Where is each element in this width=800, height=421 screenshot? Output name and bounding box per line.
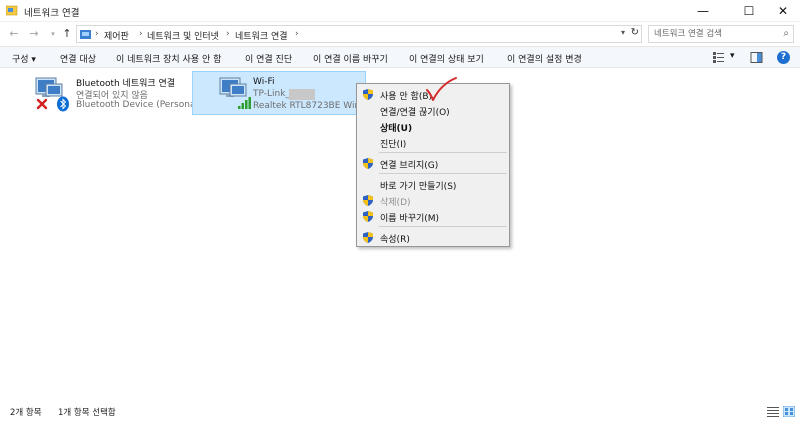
tiles-view-icon[interactable] (783, 406, 795, 417)
uac-shield-icon (363, 89, 373, 100)
control-panel-icon (80, 30, 91, 39)
menu-item-label: 삭제(D) (380, 198, 411, 208)
organize-menu-button[interactable]: 구성 ▾ (12, 52, 36, 65)
details-view-icon[interactable] (767, 406, 779, 417)
title-bar: 네트워크 연결 — ☐ ✕ (0, 0, 800, 22)
menu-item-label: 바로 가기 만들기(S) (380, 182, 457, 192)
network-adapter-disconnected-icon (35, 77, 69, 112)
menu-item-properties[interactable]: 속성(R) (357, 230, 509, 245)
menu-item-label: 속성(R) (380, 235, 410, 245)
status-bar: 2개 항목 1개 항목 선택함 (0, 401, 800, 421)
menu-item-create-shortcut[interactable]: 바로 가기 만들기(S) (357, 177, 509, 192)
search-box: ⌕ (648, 25, 794, 43)
change-settings-button[interactable]: 이 연결의 설정 변경 (507, 52, 582, 65)
close-button[interactable]: ✕ (764, 0, 800, 22)
menu-item-label: 연결/연결 끊기(O) (380, 108, 450, 118)
uac-shield-icon (363, 232, 373, 243)
menu-item-status[interactable]: 상태(U) (357, 119, 509, 134)
window-title: 네트워크 연결 (24, 8, 80, 19)
search-icon[interactable]: ⌕ (783, 28, 789, 39)
forward-arrow-icon[interactable]: → (27, 26, 41, 42)
menu-separator (379, 173, 507, 174)
breadcrumb-network-internet[interactable]: 네트워크 및 인터넷 (147, 29, 219, 42)
breadcrumb-network-connections[interactable]: 네트워크 연결 (235, 29, 288, 42)
change-view-icon[interactable] (712, 51, 726, 64)
menu-separator (379, 152, 507, 153)
menu-item-connect-disconnect[interactable]: 연결/연결 끊기(O) (357, 103, 509, 118)
address-dropdown-icon[interactable]: ▾ (621, 28, 625, 37)
menu-item-rename[interactable]: 이름 바꾸기(M) (357, 209, 509, 224)
view-dropdown-icon[interactable]: ▾ (730, 51, 735, 61)
menu-item-label: 이름 바꾸기(M) (380, 214, 440, 224)
disable-device-button[interactable]: 이 네트워크 장치 사용 안 함 (116, 52, 221, 65)
address-row: ← → ▾ ↑ › 제어판 › 네트워크 및 인터넷 › 네트워크 연결 › ▾… (0, 22, 800, 46)
maximize-button[interactable]: ☐ (730, 0, 768, 22)
connection-device: Realtek RTL8723BE Wireless (253, 101, 365, 111)
minimize-button[interactable]: — (684, 0, 722, 22)
up-arrow-icon[interactable]: ↑ (60, 26, 74, 42)
menu-separator (379, 226, 507, 227)
selected-count: 1개 항목 선택함 (58, 408, 116, 418)
breadcrumb-separator-icon: › (295, 29, 299, 39)
uac-shield-icon (363, 211, 373, 222)
wifi-adapter-icon (219, 77, 251, 109)
breadcrumb-control-panel[interactable]: 제어판 (104, 29, 129, 42)
network-folder-icon (6, 5, 18, 16)
connect-to-button[interactable]: 연결 대상 (60, 52, 96, 65)
menu-item-label: 상태(U) (380, 124, 413, 134)
rename-button[interactable]: 이 연결 이름 바꾸기 (313, 52, 388, 65)
view-status-button[interactable]: 이 연결의 상태 보기 (409, 52, 484, 65)
menu-item-label: 진단(I) (380, 140, 407, 150)
command-bar: 구성 ▾ 연결 대상 이 네트워크 장치 사용 안 함 이 연결 진단 이 연결… (0, 46, 800, 68)
connection-device: Bluetooth Device (Persona... (76, 100, 200, 110)
menu-item-delete: 삭제(D) (357, 193, 509, 208)
redacted-ssid-block (289, 89, 315, 100)
recent-locations-icon[interactable]: ▾ (46, 26, 60, 42)
refresh-icon[interactable]: ↻ (631, 27, 639, 38)
connection-item-bluetooth[interactable]: Bluetooth 네트워크 연결 연결되어 있지 않음 Bluetooth D… (16, 71, 200, 115)
diagnose-button[interactable]: 이 연결 진단 (245, 52, 292, 65)
back-arrow-icon[interactable]: ← (7, 26, 21, 42)
help-icon[interactable]: ? (777, 51, 790, 64)
context-menu: 사용 안 함(B) 연결/연결 끊기(O) 상태(U) 진단(I) 연결 브리지… (356, 83, 510, 247)
uac-shield-icon (363, 158, 373, 169)
breadcrumb-separator-icon: › (226, 29, 230, 39)
connection-status: TP-Link_ (253, 89, 290, 99)
connection-item-wifi[interactable]: Wi-Fi TP-Link_ Realtek RTL8723BE Wireles… (192, 71, 366, 115)
connection-name: Wi-Fi (253, 77, 275, 87)
address-bar[interactable]: › 제어판 › 네트워크 및 인터넷 › 네트워크 연결 › ▾ ↻ (76, 25, 642, 43)
menu-item-label: 연결 브리지(G) (380, 161, 439, 171)
breadcrumb-separator-icon: › (95, 29, 99, 39)
menu-item-bridge[interactable]: 연결 브리지(G) (357, 156, 509, 171)
preview-pane-icon[interactable] (750, 51, 763, 64)
red-checkmark-icon (426, 77, 457, 101)
menu-item-diagnose[interactable]: 진단(I) (357, 135, 509, 150)
item-count: 2개 항목 (10, 408, 42, 418)
breadcrumb-separator-icon: › (139, 29, 143, 39)
uac-shield-icon (363, 195, 373, 206)
search-input[interactable] (649, 26, 773, 42)
